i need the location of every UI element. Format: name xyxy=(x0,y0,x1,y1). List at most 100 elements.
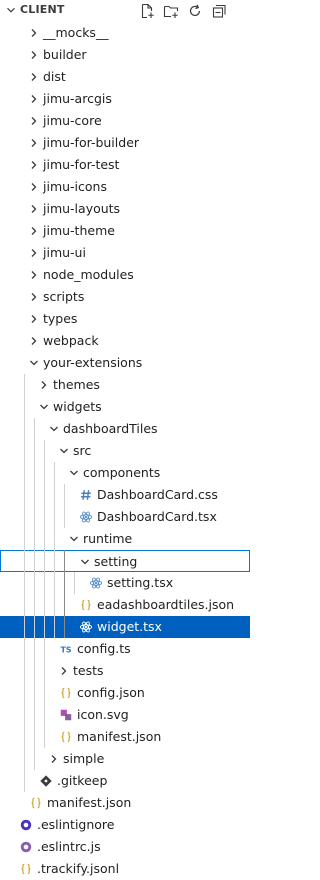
chevron-right-icon[interactable] xyxy=(28,269,40,281)
chevron-right-icon[interactable] xyxy=(28,115,40,127)
chevron-down-icon[interactable] xyxy=(28,357,40,369)
tree-item-label: config.ts xyxy=(77,641,131,656)
folder-row-jimu-for-builder[interactable]: jimu-for-builder xyxy=(0,132,250,154)
chevron-down-icon[interactable] xyxy=(58,445,70,457)
css-hash-icon xyxy=(78,487,94,503)
chevron-down-icon[interactable] xyxy=(68,467,80,479)
file-row-config-json[interactable]: config.json xyxy=(0,682,250,704)
tree-item-label: .gitkeep xyxy=(57,773,108,788)
folder-row-jimu-ui[interactable]: jimu-ui xyxy=(0,242,250,264)
explorer-panel: CLIENT __mocks__builder dist jimu-arcgis ji… xyxy=(0,0,250,876)
folder-row-mocks[interactable]: __mocks__ xyxy=(0,22,250,44)
folder-row-types[interactable]: types xyxy=(0,308,250,330)
tree-item-label: jimu-layouts xyxy=(43,201,121,216)
tree-item-label: webpack xyxy=(43,333,99,348)
folder-row-jimu-theme[interactable]: jimu-theme xyxy=(0,220,250,242)
chevron-down-icon[interactable] xyxy=(38,401,50,413)
folder-row-runtime[interactable]: runtime xyxy=(0,528,250,550)
file-row-eadashboardtiles-json[interactable]: eadashboardtiles.json xyxy=(0,594,250,616)
collapse-all-icon[interactable] xyxy=(211,3,227,19)
tree-item-label: components xyxy=(83,465,161,480)
diamond-icon xyxy=(38,773,54,789)
chevron-right-icon[interactable] xyxy=(28,291,40,303)
chevron-down-icon[interactable] xyxy=(79,556,91,568)
json-braces-icon xyxy=(78,597,94,613)
file-row-icon-svg[interactable]: icon.svg xyxy=(0,704,250,726)
tree-item-label: runtime xyxy=(83,531,133,546)
file-row-config-ts[interactable]: TS config.ts xyxy=(0,638,250,660)
folder-row-jimu-icons[interactable]: jimu-icons xyxy=(0,176,250,198)
indent-guide xyxy=(44,440,45,748)
file-row-manifest-json[interactable]: manifest.json xyxy=(0,792,250,814)
chevron-right-icon[interactable] xyxy=(28,93,40,105)
chevron-right-icon[interactable] xyxy=(28,71,40,83)
folder-row-simple[interactable]: simple xyxy=(0,748,250,770)
react-icon xyxy=(78,509,94,525)
folder-row-widgets[interactable]: widgets xyxy=(0,396,250,418)
chevron-right-icon[interactable] xyxy=(28,159,40,171)
chevron-right-icon[interactable] xyxy=(28,225,40,237)
chevron-right-icon[interactable] xyxy=(28,313,40,325)
file-row-gitkeep[interactable]: .gitkeep xyxy=(0,770,250,792)
folder-row-webpack[interactable]: webpack xyxy=(0,330,250,352)
folder-row-builder[interactable]: builder xyxy=(0,44,250,66)
tree-item-label: builder xyxy=(43,47,87,62)
file-row-manifest-json[interactable]: manifest.json xyxy=(0,726,250,748)
chevron-down-icon[interactable] xyxy=(68,533,80,545)
explorer-section-header[interactable]: CLIENT xyxy=(0,0,250,22)
chevron-right-icon[interactable] xyxy=(28,181,40,193)
json-braces-icon xyxy=(28,795,44,811)
tree-item-label: themes xyxy=(53,377,100,392)
tree-item-label: .trackify.jsonl xyxy=(37,861,120,876)
chevron-right-icon[interactable] xyxy=(28,27,40,39)
chevron-right-icon[interactable] xyxy=(28,49,40,61)
chevron-right-icon[interactable] xyxy=(28,247,40,259)
file-row-trackify-jsonl[interactable]: .trackify.jsonl xyxy=(0,858,250,880)
chevron-right-icon[interactable] xyxy=(28,137,40,149)
tree-item-label: dashboardTiles xyxy=(63,421,158,436)
chevron-down-icon[interactable] xyxy=(48,423,60,435)
file-row-setting-tsx[interactable]: setting.tsx xyxy=(0,572,250,594)
folder-row-dist[interactable]: dist xyxy=(0,66,250,88)
indent-guide xyxy=(34,418,35,770)
indent-guide xyxy=(64,550,65,638)
file-row-dashboardcard-tsx[interactable]: DashboardCard.tsx xyxy=(0,506,250,528)
folder-row-your-extensions[interactable]: your-extensions xyxy=(0,352,250,374)
new-file-icon[interactable] xyxy=(139,3,155,19)
tree-item-label: jimu-arcgis xyxy=(43,91,112,106)
chevron-right-icon[interactable] xyxy=(28,335,40,347)
tree-item-label: DashboardCard.tsx xyxy=(97,509,217,524)
folder-row-themes[interactable]: themes xyxy=(0,374,250,396)
folder-row-jimu-arcgis[interactable]: jimu-arcgis xyxy=(0,88,250,110)
tree-item-label: setting xyxy=(94,554,138,569)
file-row-eslintrc-js[interactable]: .eslintrc.js xyxy=(0,836,250,858)
new-folder-icon[interactable] xyxy=(163,3,179,19)
tree-item-label: .eslintignore xyxy=(37,817,115,832)
file-row-widget-tsx[interactable]: widget.tsx xyxy=(0,616,250,638)
tree-item-label: your-extensions xyxy=(43,355,143,370)
refresh-icon[interactable] xyxy=(187,3,203,19)
tree-item-label: widget.tsx xyxy=(97,619,162,634)
folder-row-setting[interactable]: setting xyxy=(0,550,250,572)
tree-item-label: manifest.json xyxy=(77,729,162,744)
folder-row-components[interactable]: components xyxy=(0,462,250,484)
folder-row-jimu-layouts[interactable]: jimu-layouts xyxy=(0,198,250,220)
react-icon xyxy=(88,575,104,591)
tree-item-label: .eslintrc.js xyxy=(37,839,101,854)
chevron-right-icon[interactable] xyxy=(48,753,60,765)
file-row-eslintignore[interactable]: .eslintignore xyxy=(0,814,250,836)
folder-row-dashboardtiles[interactable]: dashboardTiles xyxy=(0,418,250,440)
chevron-right-icon[interactable] xyxy=(38,379,50,391)
folder-row-jimu-core[interactable]: jimu-core xyxy=(0,110,250,132)
chevron-right-icon[interactable] xyxy=(28,203,40,215)
folder-row-src[interactable]: src xyxy=(0,440,250,462)
folder-row-tests[interactable]: tests xyxy=(0,660,250,682)
explorer-section-title: CLIENT xyxy=(20,3,65,16)
folder-row-jimu-for-test[interactable]: jimu-for-test xyxy=(0,154,250,176)
folder-row-scripts[interactable]: scripts xyxy=(0,286,250,308)
file-row-dashboardcard-css[interactable]: DashboardCard.css xyxy=(0,484,250,506)
chevron-down-icon[interactable] xyxy=(4,3,18,17)
tree-item-label: widgets xyxy=(53,399,102,414)
folder-row-node-modules[interactable]: node_modules xyxy=(0,264,250,286)
chevron-right-icon[interactable] xyxy=(58,665,70,677)
